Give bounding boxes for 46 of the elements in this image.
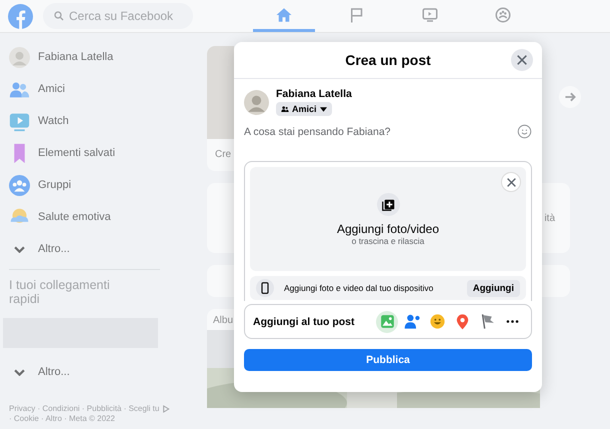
close-icon [506,178,516,186]
sidebar-item[interactable]: Fabiana Latella [0,41,200,73]
dialog-title: Crea un post [345,52,431,68]
phone-icon [256,279,274,297]
add-photo-icon [376,192,400,216]
sidebar-item[interactable]: Gruppi [0,169,200,201]
close-icon [517,55,527,65]
add-button[interactable]: Aggiungi [466,280,520,296]
video-icon [9,110,30,132]
author-name: Fabiana Latella [276,88,352,100]
facebook-logo [8,4,33,28]
more-icon [506,320,518,323]
audience-button[interactable]: Amici [276,102,332,116]
tag-person-icon [404,313,420,330]
chevron-down-icon [14,368,25,376]
ad-choices-icon[interactable] [162,405,170,413]
search-field[interactable]: Cerca su Facebook [43,3,193,29]
section-title: I tuoi collegamenti rapidi [8,278,111,306]
avatar [244,90,269,114]
upload-title: Aggiungi foto/video [336,222,440,236]
publish-button[interactable]: Pubblica [244,349,532,371]
story-card[interactable]: Cre [207,46,234,171]
avatar [9,46,30,68]
upload-hint: o trascina e rilascia [352,236,424,246]
mobile-upload-text: Aggiungi foto e video dal tuo dispositivo [284,283,434,293]
photo-placeholder [207,330,234,368]
caret-icon [320,106,327,112]
search-icon [53,10,65,22]
sidebar-item[interactable]: Watch [0,105,200,137]
sidebar-item[interactable]: Altro... [0,356,200,388]
add-to-post-label: Aggiungi al tuo post [253,316,356,328]
album-card: Albu [207,309,234,368]
upload-area[interactable]: Aggiungi foto/video o trascina e rilascia [250,167,526,271]
smiley-icon [428,313,446,330]
close-button[interactable] [501,172,521,192]
sidebar-item[interactable]: Altro... [0,233,200,265]
photo-icon [378,313,396,330]
smiley-icon[interactable] [517,124,532,139]
sidebar-item[interactable]: Salute emotiva [0,201,200,233]
video-icon [421,6,439,24]
sidebar-item[interactable]: Amici [0,73,200,105]
sidebar-item[interactable]: Elementi salvati [0,137,200,169]
close-button[interactable] [511,49,533,71]
home-icon [275,6,293,24]
chevron-down-icon [14,246,25,252]
people-icon [281,105,289,113]
